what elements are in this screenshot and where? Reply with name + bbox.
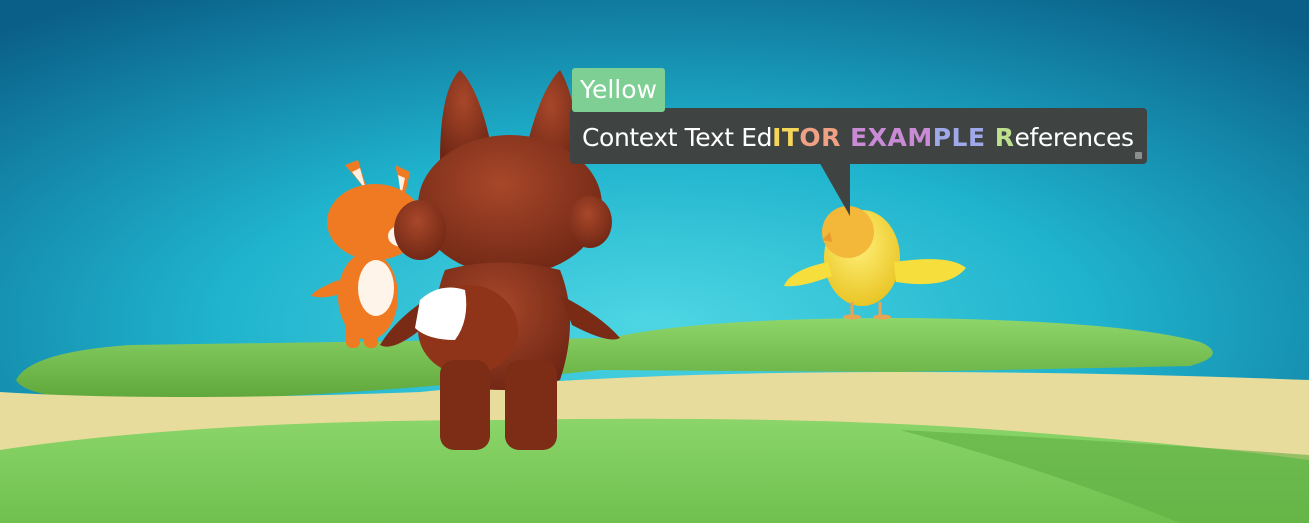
- dialogue-text: Context Text EdITOR EXAMPLE References: [582, 108, 1147, 168]
- dialogue-fx-segment: IT: [772, 123, 800, 152]
- dialogue-fx-segment: R: [985, 123, 1015, 152]
- dialogue-text-plain: eferences: [1014, 123, 1134, 152]
- speech-bubble[interactable]: Context Text EdITOR EXAMPLE References: [570, 108, 1147, 164]
- dialogue-fx-segment: PLE: [932, 123, 986, 152]
- speaker-name: Yellow: [580, 75, 657, 104]
- continue-indicator-icon[interactable]: [1135, 152, 1142, 159]
- dialogue-text-plain: Context Text Ed: [582, 123, 773, 152]
- game-scene: Yellow Context Text EdITOR EXAMPLE Refer…: [0, 0, 1309, 523]
- speaker-name-tag: Yellow: [572, 68, 665, 112]
- dialogue-fx-segment: EXAM: [840, 123, 933, 152]
- dialogue-fx-segment: OR: [799, 123, 841, 152]
